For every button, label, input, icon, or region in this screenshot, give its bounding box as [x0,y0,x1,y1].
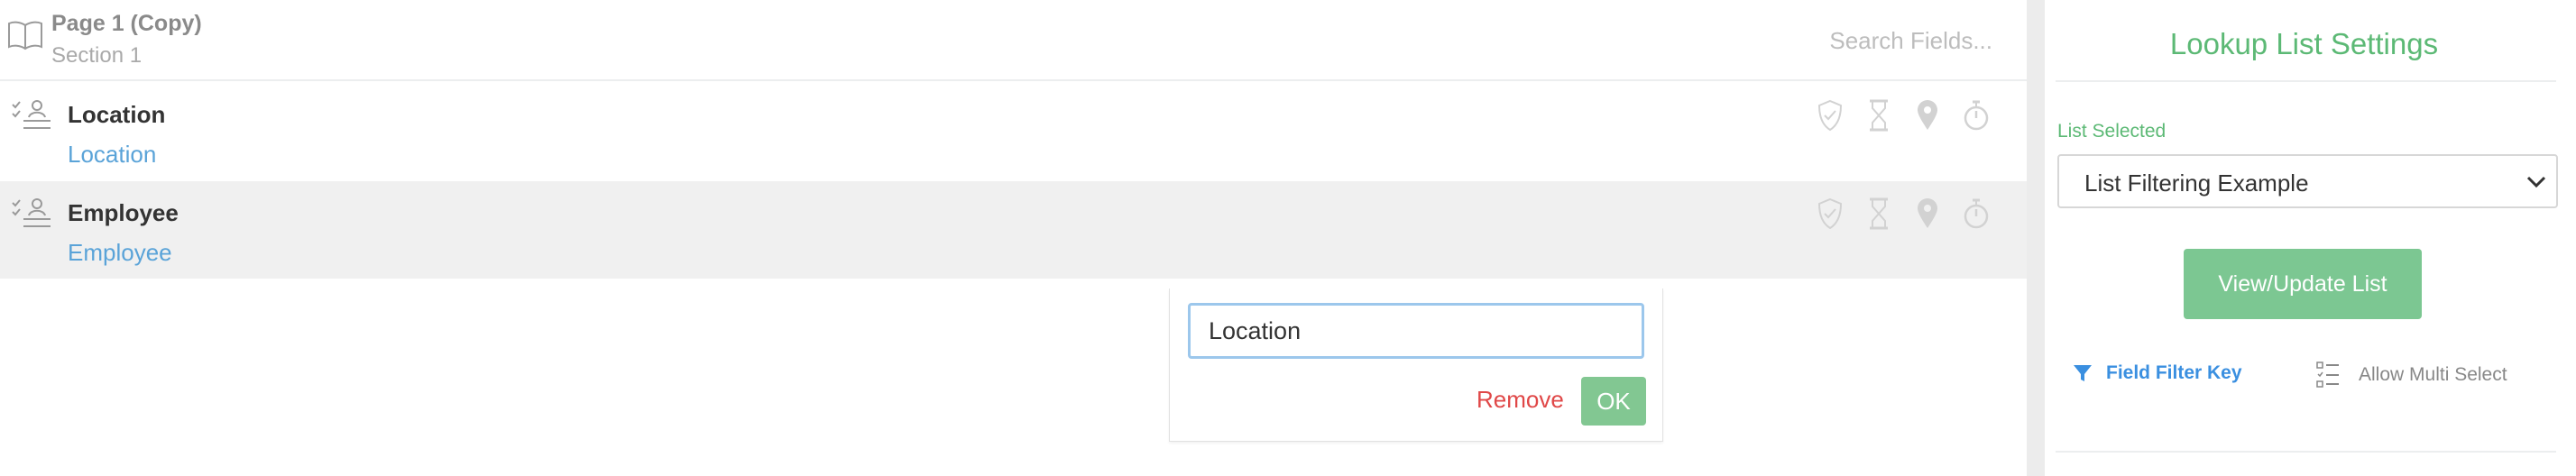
divider [2056,80,2556,82]
hourglass-icon[interactable] [1864,97,1893,133]
field-row-location[interactable]: Location Location [0,83,2027,180]
shield-icon[interactable] [1816,97,1845,133]
edit-sublabel-popup: Remove OK [1169,288,1663,442]
field-filter-key-toggle[interactable]: Field Filter Key [2072,362,2242,384]
panel-divider [2027,0,2045,476]
hourglass-icon[interactable] [1864,196,1893,232]
field-sublabel-link[interactable]: Location [68,141,156,169]
sublabel-input[interactable] [1188,303,1644,359]
section-name: Section 1 [51,43,143,68]
form-builder-panel: Page 1 (Copy) Section 1 Search Fields...… [0,0,2027,476]
lookup-list-settings-panel: Lookup List Settings List Selected List … [2045,0,2576,476]
allow-multi-select-toggle[interactable]: Allow Multi Select [2315,361,2507,389]
shield-icon[interactable] [1816,196,1845,232]
field-filter-key-label: Field Filter Key [2106,362,2242,383]
location-pin-icon[interactable] [1913,196,1942,232]
row-actions [1816,97,1991,133]
checklist-person-icon [12,198,51,227]
row-actions [1816,196,1991,232]
list-selected-label: List Selected [2057,121,2167,142]
chevron-down-icon [2526,176,2546,188]
allow-multi-select-label: Allow Multi Select [2359,364,2507,385]
field-sublabel-link[interactable]: Employee [68,239,172,267]
stopwatch-icon[interactable] [1962,196,1991,232]
settings-title: Lookup List Settings [2169,27,2439,60]
stopwatch-icon[interactable] [1962,97,1991,133]
field-row-employee[interactable]: Employee Employee [0,181,2027,279]
divider [2056,451,2556,453]
list-select-value: List Filtering Example [2084,169,2309,197]
field-name: Location [68,101,166,128]
book-icon [8,21,42,50]
view-update-list-button[interactable]: View/Update List [2184,249,2422,319]
page-header: Page 1 (Copy) Section 1 Search Fields... [0,0,2027,81]
search-fields-input[interactable]: Search Fields... [1722,27,1992,55]
checklist-icon [2316,362,2339,388]
remove-button[interactable]: Remove [1477,386,1564,414]
page-title: Page 1 (Copy) [51,11,202,36]
list-select[interactable]: List Filtering Example [2057,154,2558,208]
ok-button[interactable]: OK [1581,377,1646,426]
field-name: Employee [68,199,179,226]
location-pin-icon[interactable] [1913,97,1942,133]
checklist-person-icon [12,100,51,129]
filter-icon [2074,365,2092,381]
